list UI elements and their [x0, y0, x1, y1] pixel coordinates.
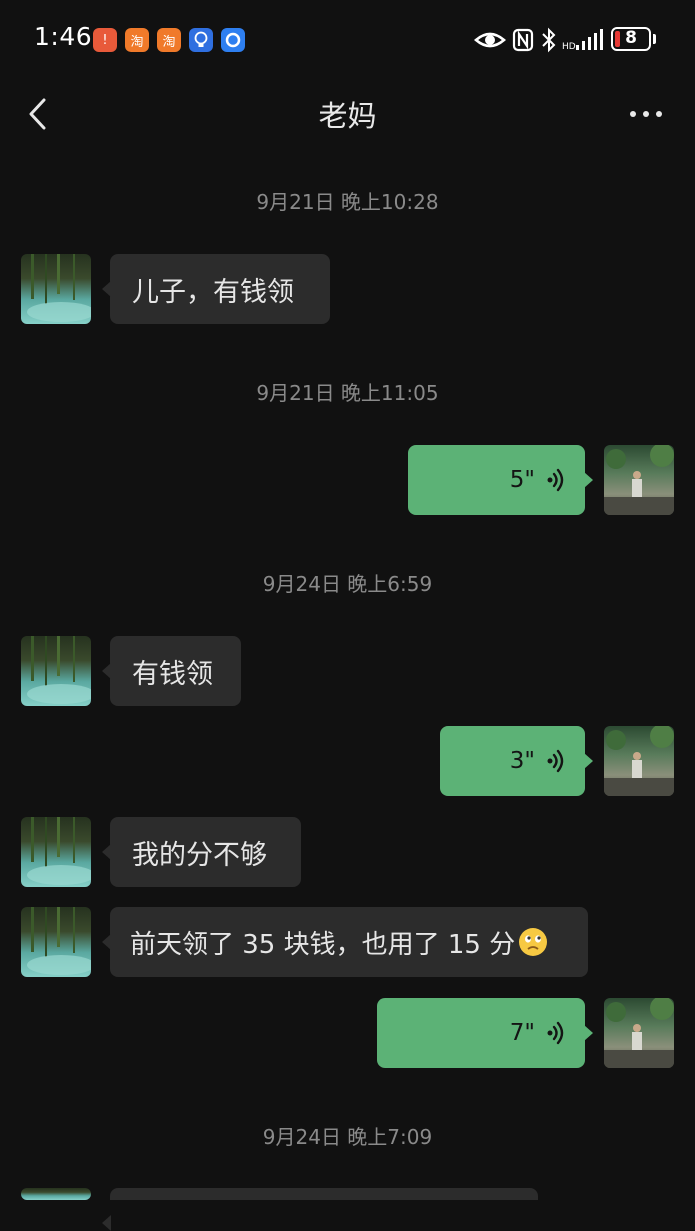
- more-options-button[interactable]: [622, 102, 670, 126]
- taobao-app-icon: 淘: [125, 28, 149, 52]
- voice-wave-icon: [547, 749, 564, 773]
- contact-avatar[interactable]: [21, 1188, 91, 1200]
- svg-text:HD: HD: [562, 42, 576, 52]
- chat-title: 老妈: [318, 99, 377, 133]
- message-timestamp: 9月21日 晚上11:05: [256, 381, 439, 405]
- browser-app-icon: [221, 28, 245, 52]
- bulb-app-icon: [189, 28, 213, 52]
- message-text: 儿子，有钱领: [132, 276, 294, 308]
- bamboo-avatar-image: [27, 636, 91, 704]
- outgoing-voice-message[interactable]: 3": [440, 726, 593, 796]
- incoming-message-bubble[interactable]: 前天领了 35 块钱，也用了 15 分: [102, 907, 588, 977]
- battery-level: 8: [625, 28, 637, 48]
- incoming-message-bubble-partial[interactable]: [102, 1188, 538, 1231]
- thinking-face-emoji-icon: [519, 928, 548, 956]
- more-dots-icon: [630, 111, 662, 117]
- outgoing-voice-message[interactable]: 5": [408, 445, 593, 515]
- status-time: 1:46: [34, 22, 93, 51]
- incoming-message-bubble[interactable]: 儿子，有钱领: [102, 254, 330, 324]
- contact-avatar[interactable]: [21, 636, 91, 706]
- voice-duration: 7": [509, 1020, 535, 1046]
- my-avatar[interactable]: [604, 726, 674, 796]
- battery-icon: 8: [611, 27, 651, 51]
- message-timestamp: 9月24日 晚上6:59: [262, 572, 433, 596]
- message-text: 前天领了 35 块钱，也用了 15 分: [130, 929, 516, 960]
- outgoing-voice-message[interactable]: 7": [377, 998, 593, 1068]
- garden-avatar-image: [604, 445, 674, 515]
- bamboo-avatar-image: [27, 907, 91, 975]
- signal-icon: HD: [562, 29, 603, 52]
- message-text: 有钱领: [132, 658, 213, 690]
- notification-app-icon: !: [93, 28, 117, 52]
- bluetooth-icon: [542, 27, 556, 53]
- voice-wave-icon: [547, 468, 564, 492]
- incoming-message-bubble[interactable]: 有钱领: [102, 636, 241, 706]
- ring-icon: [225, 32, 241, 48]
- contact-avatar[interactable]: [21, 817, 91, 887]
- eye-icon: [474, 32, 506, 48]
- my-avatar[interactable]: [604, 998, 674, 1068]
- garden-avatar-image: [604, 998, 674, 1068]
- incoming-message-bubble[interactable]: 我的分不够: [102, 817, 301, 887]
- contact-avatar[interactable]: [21, 254, 91, 324]
- chat-header: 老妈: [0, 80, 695, 146]
- message-timestamp: 9月24日 晚上7:09: [262, 1125, 433, 1149]
- voice-duration: 5": [509, 467, 535, 493]
- my-avatar[interactable]: [604, 445, 674, 515]
- lightbulb-icon: [194, 31, 208, 47]
- message-timestamp: 9月21日 晚上10:28: [256, 190, 439, 214]
- status-bar: 1:46 ! 淘 淘 HD 8: [0, 0, 695, 80]
- battery-tip: [653, 34, 656, 44]
- bamboo-avatar-image: [27, 254, 91, 322]
- garden-avatar-image: [604, 726, 674, 796]
- nfc-icon: [512, 28, 534, 52]
- voice-wave-icon: [547, 1021, 564, 1045]
- bamboo-avatar-image: [27, 817, 91, 885]
- taobao-app-icon-2: 淘: [157, 28, 181, 52]
- message-text: 我的分不够: [132, 839, 267, 871]
- contact-avatar[interactable]: [21, 907, 91, 977]
- voice-duration: 3": [509, 748, 535, 774]
